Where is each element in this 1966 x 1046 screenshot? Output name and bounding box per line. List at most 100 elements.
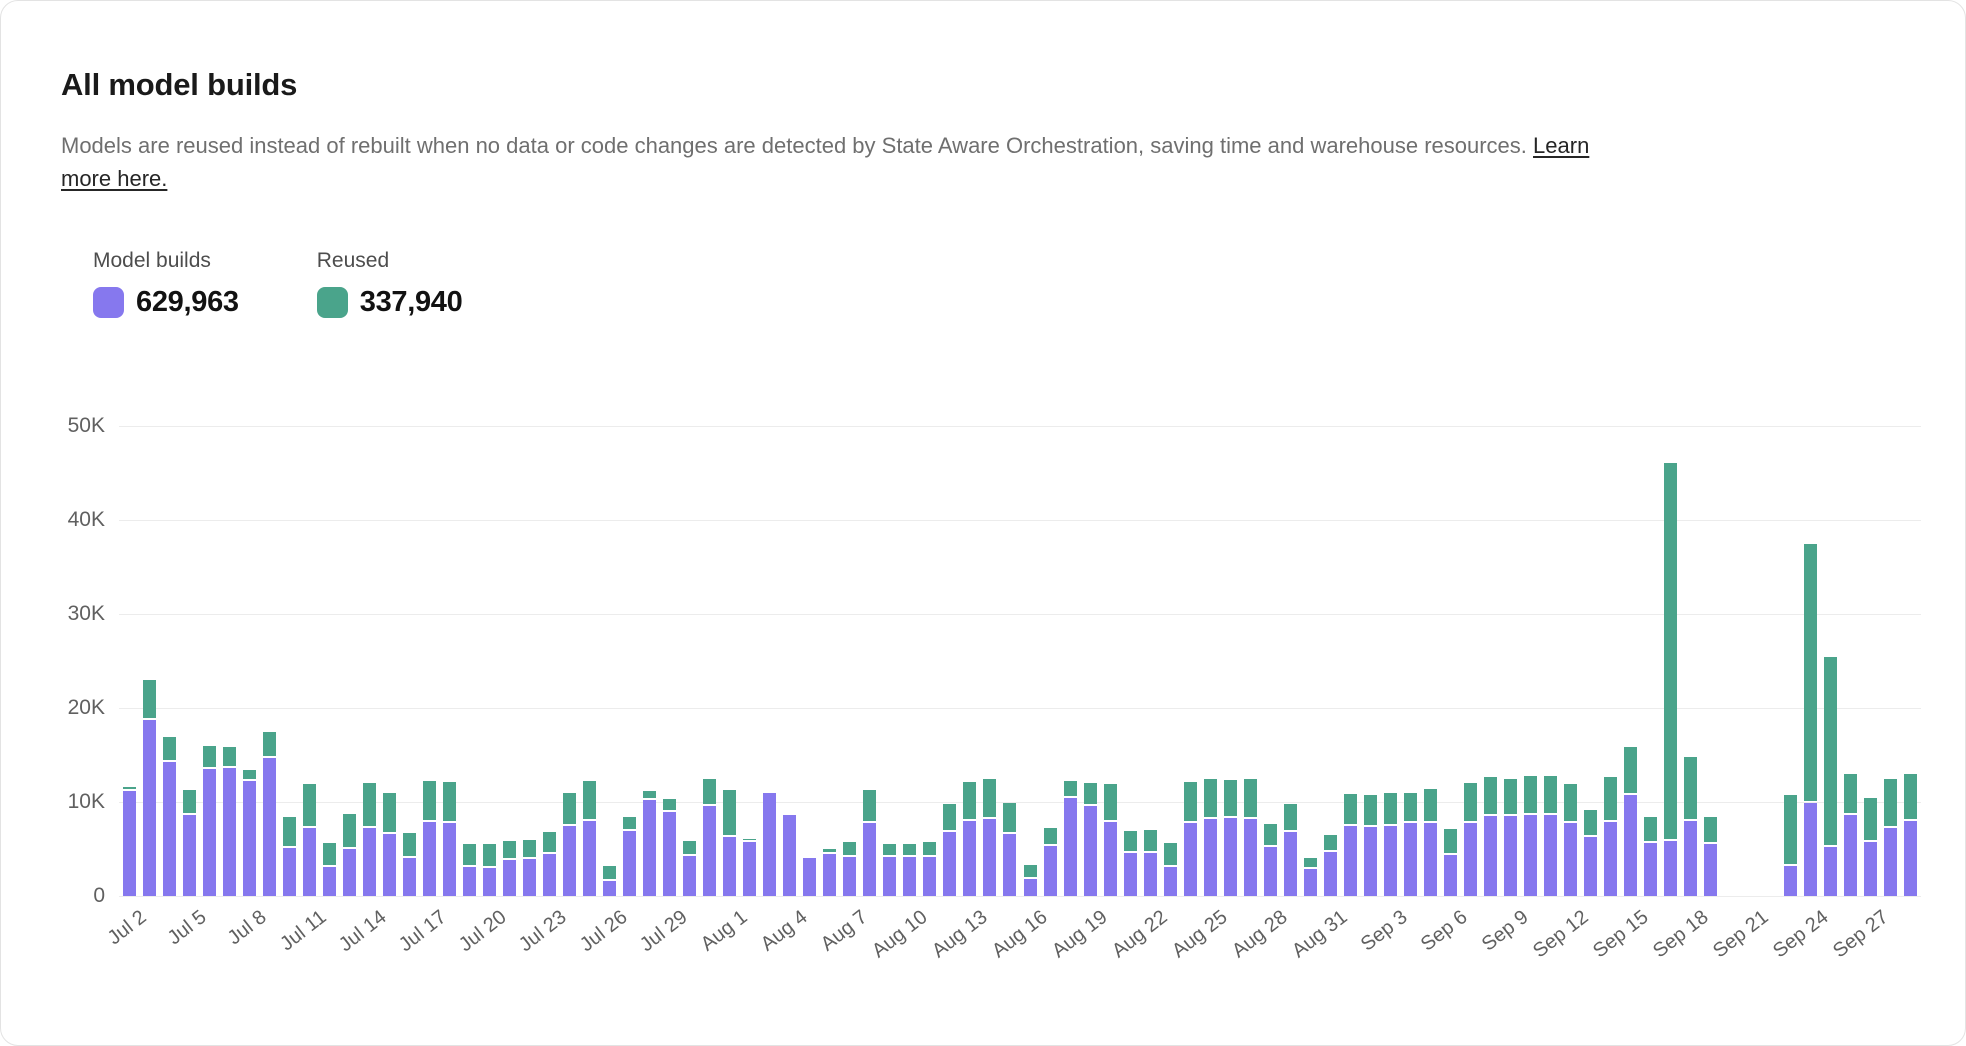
bar-builds-segment-jul-17[interactable]	[423, 822, 436, 896]
bar-builds-segment-jul-20[interactable]	[483, 868, 496, 896]
bar-reused-segment-jul-22[interactable]	[523, 840, 536, 858]
bar-builds-segment-aug-18[interactable]	[1064, 798, 1077, 896]
bar-builds-segment-aug-2[interactable]	[743, 842, 756, 896]
bar-reused-segment-sep-9[interactable]	[1504, 779, 1517, 815]
bar-reused-segment-aug-27[interactable]	[1244, 779, 1257, 816]
bar-reused-segment-aug-28[interactable]	[1264, 824, 1277, 846]
bar-builds-segment-sep-18[interactable]	[1684, 821, 1697, 896]
bar-builds-segment-jul-8[interactable]	[243, 781, 256, 896]
bar-reused-segment-aug-20[interactable]	[1104, 784, 1117, 820]
bar-builds-segment-aug-6[interactable]	[823, 854, 836, 896]
bar-reused-segment-jul-27[interactable]	[623, 817, 636, 829]
bar-reused-segment-aug-26[interactable]	[1224, 780, 1237, 816]
bar-builds-segment-sep-1[interactable]	[1344, 826, 1357, 896]
bar-reused-segment-jul-6[interactable]	[203, 746, 216, 768]
bar-builds-segment-aug-20[interactable]	[1104, 822, 1117, 896]
bar-builds-segment-aug-16[interactable]	[1024, 879, 1037, 896]
bar-builds-segment-aug-4[interactable]	[783, 815, 796, 896]
bar-builds-segment-sep-7[interactable]	[1464, 823, 1477, 896]
bar-reused-segment-jul-8[interactable]	[243, 770, 256, 779]
bar-reused-segment-aug-12[interactable]	[943, 804, 956, 830]
bar-reused-segment-jul-23[interactable]	[543, 832, 556, 852]
bar-builds-segment-sep-6[interactable]	[1444, 855, 1457, 896]
bar-builds-segment-aug-25[interactable]	[1204, 819, 1217, 896]
bar-builds-segment-jul-31[interactable]	[703, 806, 716, 896]
bar-reused-segment-aug-29[interactable]	[1284, 804, 1297, 830]
bar-builds-segment-aug-28[interactable]	[1264, 847, 1277, 896]
bar-builds-segment-sep-2[interactable]	[1364, 827, 1377, 896]
bar-reused-segment-jul-29[interactable]	[663, 799, 676, 810]
bar-reused-segment-sep-23[interactable]	[1784, 795, 1797, 864]
bar-reused-segment-jul-11[interactable]	[303, 784, 316, 826]
bar-builds-segment-jul-16[interactable]	[403, 858, 416, 896]
bar-builds-segment-aug-22[interactable]	[1144, 853, 1157, 896]
bar-reused-segment-jul-10[interactable]	[283, 817, 296, 846]
bar-reused-segment-sep-19[interactable]	[1704, 817, 1717, 842]
bar-reused-segment-aug-30[interactable]	[1304, 858, 1317, 866]
bar-builds-segment-sep-28[interactable]	[1884, 828, 1897, 896]
bar-reused-segment-jul-26[interactable]	[603, 866, 616, 879]
bar-reused-segment-jul-16[interactable]	[403, 833, 416, 856]
bar-reused-segment-sep-26[interactable]	[1844, 774, 1857, 813]
bar-builds-segment-aug-7[interactable]	[843, 857, 856, 896]
bar-reused-segment-aug-13[interactable]	[963, 782, 976, 819]
bar-reused-segment-aug-22[interactable]	[1144, 830, 1157, 851]
bar-reused-segment-aug-21[interactable]	[1124, 831, 1137, 851]
bar-reused-segment-sep-18[interactable]	[1684, 757, 1697, 819]
bar-builds-segment-jul-14[interactable]	[363, 828, 376, 896]
bar-reused-segment-sep-2[interactable]	[1364, 795, 1377, 826]
bar-builds-segment-aug-3[interactable]	[763, 793, 776, 896]
bar-reused-segment-sep-11[interactable]	[1544, 776, 1557, 813]
bar-reused-segment-jul-9[interactable]	[263, 732, 276, 756]
bar-builds-segment-sep-13[interactable]	[1584, 837, 1597, 896]
bar-reused-segment-sep-29[interactable]	[1904, 774, 1917, 819]
bar-reused-segment-sep-15[interactable]	[1624, 747, 1637, 794]
bar-builds-segment-sep-25[interactable]	[1824, 847, 1837, 896]
bar-reused-segment-sep-8[interactable]	[1484, 777, 1497, 814]
bar-builds-segment-jul-9[interactable]	[263, 758, 276, 896]
bar-builds-segment-sep-12[interactable]	[1564, 823, 1577, 896]
bar-builds-segment-sep-27[interactable]	[1864, 842, 1877, 896]
bar-reused-segment-jul-14[interactable]	[363, 783, 376, 826]
bar-reused-segment-jul-12[interactable]	[323, 843, 336, 865]
bar-builds-segment-jul-21[interactable]	[503, 860, 516, 896]
bar-builds-segment-aug-8[interactable]	[863, 823, 876, 896]
bar-builds-segment-jul-27[interactable]	[623, 831, 636, 896]
bar-builds-segment-sep-16[interactable]	[1644, 843, 1657, 896]
bar-builds-segment-sep-26[interactable]	[1844, 815, 1857, 896]
bar-builds-segment-sep-14[interactable]	[1604, 822, 1617, 896]
bar-builds-segment-aug-23[interactable]	[1164, 867, 1177, 896]
bar-reused-segment-jul-7[interactable]	[223, 747, 236, 767]
bar-reused-segment-sep-17[interactable]	[1664, 463, 1677, 840]
bar-reused-segment-jul-20[interactable]	[483, 844, 496, 866]
bar-reused-segment-sep-13[interactable]	[1584, 810, 1597, 835]
bar-builds-segment-aug-10[interactable]	[903, 857, 916, 896]
bar-builds-segment-jul-29[interactable]	[663, 812, 676, 896]
bar-reused-segment-aug-31[interactable]	[1324, 835, 1337, 850]
bar-builds-segment-sep-23[interactable]	[1784, 866, 1797, 896]
bar-builds-segment-sep-3[interactable]	[1384, 826, 1397, 897]
bar-reused-segment-aug-16[interactable]	[1024, 865, 1037, 877]
bar-builds-segment-jul-18[interactable]	[443, 823, 456, 896]
bar-builds-segment-aug-29[interactable]	[1284, 832, 1297, 896]
bar-builds-segment-jul-6[interactable]	[203, 769, 216, 896]
bar-builds-segment-sep-10[interactable]	[1524, 815, 1537, 896]
bar-builds-segment-aug-24[interactable]	[1184, 823, 1197, 896]
bar-reused-segment-jul-15[interactable]	[383, 793, 396, 832]
bar-builds-segment-jul-26[interactable]	[603, 881, 616, 896]
bar-builds-segment-sep-5[interactable]	[1424, 823, 1437, 896]
bar-builds-segment-jul-10[interactable]	[283, 848, 296, 896]
bar-reused-segment-sep-1[interactable]	[1344, 794, 1357, 825]
bar-reused-segment-jul-30[interactable]	[683, 841, 696, 854]
bar-reused-segment-jul-17[interactable]	[423, 781, 436, 819]
bar-reused-segment-jul-19[interactable]	[463, 844, 476, 865]
bar-reused-segment-jul-28[interactable]	[643, 791, 656, 798]
bar-reused-segment-jul-3[interactable]	[143, 680, 156, 718]
bar-reused-segment-jul-5[interactable]	[183, 790, 196, 813]
bar-builds-segment-jul-2[interactable]	[123, 791, 136, 896]
bar-builds-segment-sep-19[interactable]	[1704, 844, 1717, 896]
bar-reused-segment-sep-7[interactable]	[1464, 783, 1477, 820]
bar-builds-segment-jul-11[interactable]	[303, 828, 316, 896]
bar-builds-segment-jul-24[interactable]	[563, 826, 576, 897]
bar-builds-segment-aug-14[interactable]	[983, 819, 996, 896]
